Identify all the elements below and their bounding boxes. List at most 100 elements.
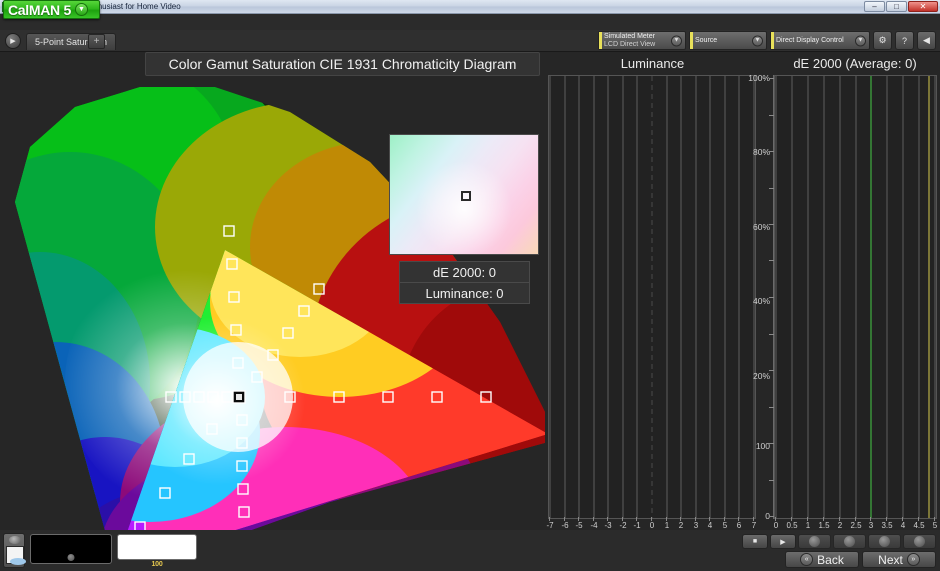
window-title: CalMAN 5 CalMAN Enthusiast for Home Vide… (15, 2, 181, 11)
x-tick-label: 1 (664, 521, 670, 530)
transport-slot[interactable] (868, 534, 901, 549)
brightness-slider[interactable] (3, 533, 26, 568)
swatch-handle-icon[interactable] (67, 554, 75, 561)
luminance-chart-title: Luminance (620, 55, 685, 71)
close-button[interactable]: ✕ (908, 1, 938, 12)
y-tick-label: 20% (752, 371, 770, 381)
help-icon[interactable]: ? (895, 31, 914, 50)
meter-select-line1: Simulated Meter (604, 32, 655, 40)
x-tick-mark (870, 517, 871, 521)
x-tick-label: -7 (546, 521, 554, 530)
x-tick-label: 0 (649, 521, 655, 530)
chevron-down-icon[interactable]: ▼ (855, 35, 866, 46)
x-tick-mark (791, 517, 792, 521)
de2000-chart-title: dE 2000 (Average: 0) (793, 55, 917, 71)
x-tick-label: 2 (678, 521, 684, 530)
meter-select-line2: LCD Direct View (604, 40, 656, 48)
calman-logo-label: CalMAN 5 (8, 1, 71, 18)
x-tick-mark (738, 517, 739, 521)
x-tick-mark (902, 517, 903, 521)
x-tick-label: 3 (693, 521, 699, 530)
x-tick-mark (578, 517, 579, 521)
minimize-icon: – (872, 1, 877, 11)
y-tick-label: 100 (755, 441, 770, 451)
maximize-icon: □ (894, 1, 899, 11)
page-title: Color Gamut Saturation CIE 1931 Chromati… (145, 52, 540, 76)
slot-indicator-icon (809, 536, 820, 547)
display-control-dropdown[interactable]: Direct Display Control ▼ (770, 31, 870, 50)
x-tick-mark (918, 517, 919, 521)
display-control-line1: Direct Display Control (776, 36, 844, 44)
window-titlebar: 5 CalMAN 5 CalMAN Enthusiast for Home Vi… (0, 0, 940, 14)
x-tick-mark (593, 517, 594, 521)
x-tick-label: 1 (805, 521, 811, 530)
cie-chromaticity-panel: Color Gamut Saturation CIE 1931 Chromati… (0, 52, 545, 530)
black-level-swatch-wrap: 0 (30, 534, 112, 571)
transport-slot[interactable] (833, 534, 866, 549)
minimize-button[interactable]: – (864, 1, 885, 12)
x-tick-mark (775, 517, 776, 521)
x-tick-mark (807, 517, 808, 521)
luminance-plot-area[interactable] (548, 75, 756, 519)
back-button[interactable]: « Back (785, 551, 859, 568)
source-select-dropdown[interactable]: Source ▼ (689, 31, 767, 50)
play-circle-icon[interactable]: ▶ (5, 33, 21, 49)
chromaticity-zoom-preview[interactable] (389, 134, 539, 255)
x-tick-label: 2 (837, 521, 843, 530)
de2000-gridlines (775, 76, 936, 518)
chevron-down-icon[interactable]: ▼ (671, 35, 682, 46)
stop-button[interactable]: ■ (742, 534, 768, 549)
y-tick-label: 40% (752, 296, 770, 306)
luminance-chart-panel: Luminance -7 -6 -5 -4 -3 -2 -1 0 1 2 3 4 5 6 7 (545, 52, 760, 531)
x-tick-label: -1 (633, 521, 641, 530)
slider-grip-icon[interactable] (10, 558, 26, 565)
source-select-line1: Source (695, 36, 718, 44)
x-tick-label: -3 (604, 521, 612, 530)
x-tick-mark (855, 517, 856, 521)
top-toolbar: Simulated Meter LCD Direct View ▼ Source… (598, 31, 936, 50)
de2000-chart-panel: dE 2000 (Average: 0) 0 0.5 1 1.5 2 2.5 3 3.5 4 4.… (770, 52, 940, 531)
add-tab-button[interactable]: + (88, 34, 105, 49)
bottom-toolbar: 0 100 ■ ▶ « Back Next » (0, 530, 940, 571)
x-tick-label: 3 (868, 521, 874, 530)
close-icon: ✕ (919, 1, 927, 11)
x-tick-mark (839, 517, 840, 521)
x-tick-mark (886, 517, 887, 521)
main-stage: Color Gamut Saturation CIE 1931 Chromati… (0, 52, 940, 530)
settings-gear-icon[interactable]: ⚙ (873, 31, 892, 50)
preview-target-marker (461, 191, 471, 201)
black-level-swatch[interactable] (30, 534, 112, 564)
x-tick-mark (934, 517, 935, 521)
transport-slot[interactable] (798, 534, 831, 549)
de2000-plot-area[interactable] (774, 75, 937, 519)
play-button[interactable]: ▶ (770, 534, 796, 549)
calman-logo-button[interactable]: CalMAN 5 ▼ (3, 0, 100, 19)
next-button[interactable]: Next » (862, 551, 936, 568)
chevron-down-icon[interactable]: ▼ (74, 3, 88, 16)
x-tick-mark (724, 517, 725, 521)
chevron-down-icon[interactable]: ▼ (752, 35, 763, 46)
white-level-swatch-wrap: 100 (117, 534, 197, 568)
x-tick-mark (636, 517, 637, 521)
next-button-label: Next (878, 552, 903, 567)
collapse-left-icon[interactable]: ◀ (917, 31, 936, 50)
x-tick-mark (549, 517, 550, 521)
back-button-label: Back (817, 552, 844, 567)
luminance-gridlines (549, 76, 755, 518)
x-tick-label: 0.5 (786, 521, 798, 530)
y-tick-label: 80% (752, 147, 770, 157)
app-header (0, 14, 940, 30)
slider-track[interactable] (6, 546, 26, 565)
x-tick-label: 1.5 (818, 521, 830, 530)
x-tick-mark (622, 517, 623, 521)
white-level-swatch[interactable] (117, 534, 197, 560)
x-tick-mark (651, 517, 652, 521)
maximize-button[interactable]: □ (886, 1, 907, 12)
meter-select-dropdown[interactable]: Simulated Meter LCD Direct View ▼ (598, 31, 686, 50)
slider-knob-icon[interactable] (9, 536, 21, 544)
x-tick-mark (564, 517, 565, 521)
x-tick-label: 2.5 (850, 521, 862, 530)
x-tick-label: 5 (932, 521, 938, 530)
transport-slot[interactable] (903, 534, 936, 549)
slot-indicator-icon (844, 536, 855, 547)
